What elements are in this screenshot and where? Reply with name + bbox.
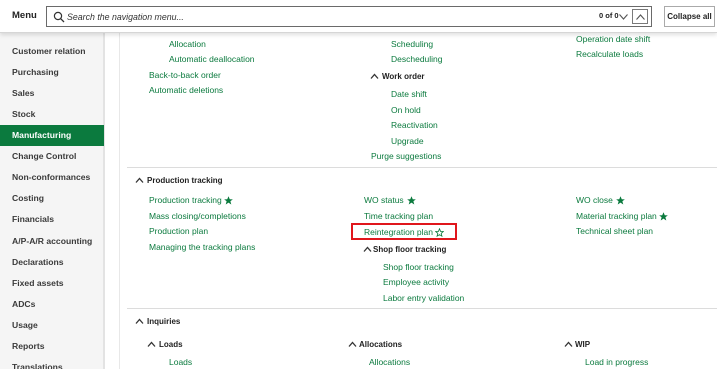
link-employee-activity[interactable]: Employee activity — [383, 277, 449, 287]
sidebar-item-fixed-assets[interactable]: Fixed assets — [0, 273, 104, 294]
chevron-up-icon[interactable] — [564, 341, 573, 348]
link-material-tracking-plan[interactable]: Material tracking plan — [576, 211, 657, 221]
group-header-shop-floor-tracking[interactable]: Shop floor tracking — [373, 245, 446, 254]
chevron-up-icon[interactable] — [370, 73, 379, 80]
sidebar-item-costing[interactable]: Costing — [0, 188, 104, 209]
link-production-plan[interactable]: Production plan — [149, 226, 208, 236]
link-loads[interactable]: Loads — [169, 357, 192, 367]
link-automatic-deallocation[interactable]: Automatic deallocation — [169, 54, 255, 64]
link-labor-entry-validation[interactable]: Labor entry validation — [383, 293, 464, 303]
sidebar-item-ap-ar-accounting[interactable]: A/P-A/R accounting — [0, 231, 104, 252]
sidebar-item-purchasing[interactable]: Purchasing — [0, 62, 104, 83]
group-header-work-order[interactable]: Work order — [382, 72, 425, 81]
search-icon — [53, 11, 65, 23]
link-allocation[interactable]: Allocation — [169, 39, 206, 49]
favorite-star-outline-icon[interactable] — [435, 228, 444, 237]
link-wo-status[interactable]: WO status — [364, 195, 404, 205]
top-bar: Menu 0 of 0 Collapse all — [0, 0, 717, 33]
link-mass-closing-completions[interactable]: Mass closing/completions — [149, 211, 246, 221]
link-on-hold[interactable]: On hold — [391, 105, 421, 115]
link-time-tracking-plan[interactable]: Time tracking plan — [364, 211, 433, 221]
search-box[interactable]: 0 of 0 — [46, 6, 652, 27]
section-header-production-tracking[interactable]: Production tracking — [147, 176, 223, 185]
link-wo-close[interactable]: WO close — [576, 195, 613, 205]
link-reintegration-plan[interactable]: Reintegration plan — [364, 227, 433, 237]
sidebar-item-stock[interactable]: Stock — [0, 104, 104, 125]
chevron-up-icon — [635, 13, 645, 20]
link-automatic-deletions[interactable]: Automatic deletions — [149, 85, 223, 95]
section-header-inquiries[interactable]: Inquiries — [147, 317, 180, 326]
chevron-up-icon[interactable] — [135, 318, 144, 325]
chevron-up-icon[interactable] — [135, 177, 144, 184]
next-result-button[interactable] — [615, 9, 631, 24]
sidebar-item-translations[interactable]: Translations — [0, 357, 104, 369]
group-header-loads[interactable]: Loads — [159, 340, 183, 349]
previous-result-button[interactable] — [632, 9, 648, 24]
collapse-all-button[interactable]: Collapse all — [664, 6, 715, 27]
sidebar-item-financials[interactable]: Financials — [0, 209, 104, 230]
link-managing-the-tracking-plans[interactable]: Managing the tracking plans — [149, 242, 255, 252]
link-date-shift[interactable]: Date shift — [391, 89, 427, 99]
sidebar-item-customer-relation[interactable]: Customer relation — [0, 41, 104, 62]
link-scheduling[interactable]: Scheduling — [391, 39, 433, 49]
sidebar-item-manufacturing[interactable]: Manufacturing — [0, 125, 104, 146]
section-guide-line — [119, 33, 120, 369]
link-purge-suggestions[interactable]: Purge suggestions — [371, 151, 441, 161]
sidebar-item-non-conformances[interactable]: Non-conformances — [0, 167, 104, 188]
chevron-up-icon[interactable] — [348, 341, 357, 348]
link-operation-date-shift[interactable]: Operation date shift — [576, 34, 650, 44]
sidebar-item-change-control[interactable]: Change Control — [0, 146, 104, 167]
link-reactivation[interactable]: Reactivation — [391, 120, 438, 130]
link-load-in-progress[interactable]: Load in progress — [585, 357, 648, 367]
sidebar-item-adcs[interactable]: ADCs — [0, 294, 104, 315]
section-divider — [127, 308, 717, 309]
section-divider — [127, 167, 717, 168]
favorite-star-filled-icon[interactable] — [407, 196, 416, 205]
link-back-to-back-order[interactable]: Back-to-back order — [149, 70, 221, 80]
link-recalculate-loads[interactable]: Recalculate loads — [576, 49, 643, 59]
sidebar-item-usage[interactable]: Usage — [0, 315, 104, 336]
sidebar-item-sales[interactable]: Sales — [0, 83, 104, 104]
chevron-down-icon — [618, 13, 628, 20]
favorite-star-filled-icon[interactable] — [659, 212, 668, 221]
main-panel: Allocation Automatic deallocation Back-t… — [107, 33, 717, 369]
favorite-star-filled-icon[interactable] — [616, 196, 625, 205]
chevron-up-icon[interactable] — [147, 341, 156, 348]
sidebar-item-reports[interactable]: Reports — [0, 336, 104, 357]
link-descheduling[interactable]: Descheduling — [391, 54, 443, 64]
link-production-tracking[interactable]: Production tracking — [149, 195, 222, 205]
sidebar: Customer relation Purchasing Sales Stock… — [0, 33, 105, 369]
chevron-up-icon[interactable] — [363, 246, 372, 253]
group-header-wip[interactable]: WIP — [575, 340, 590, 349]
link-technical-sheet-plan[interactable]: Technical sheet plan — [576, 226, 653, 236]
link-shop-floor-tracking[interactable]: Shop floor tracking — [383, 262, 454, 272]
menu-title: Menu — [12, 10, 37, 21]
favorite-star-filled-icon[interactable] — [224, 196, 233, 205]
search-input[interactable] — [67, 7, 567, 26]
link-allocations[interactable]: Allocations — [369, 357, 410, 367]
group-header-allocations[interactable]: Allocations — [359, 340, 402, 349]
sidebar-item-declarations[interactable]: Declarations — [0, 252, 104, 273]
link-upgrade[interactable]: Upgrade — [391, 136, 424, 146]
